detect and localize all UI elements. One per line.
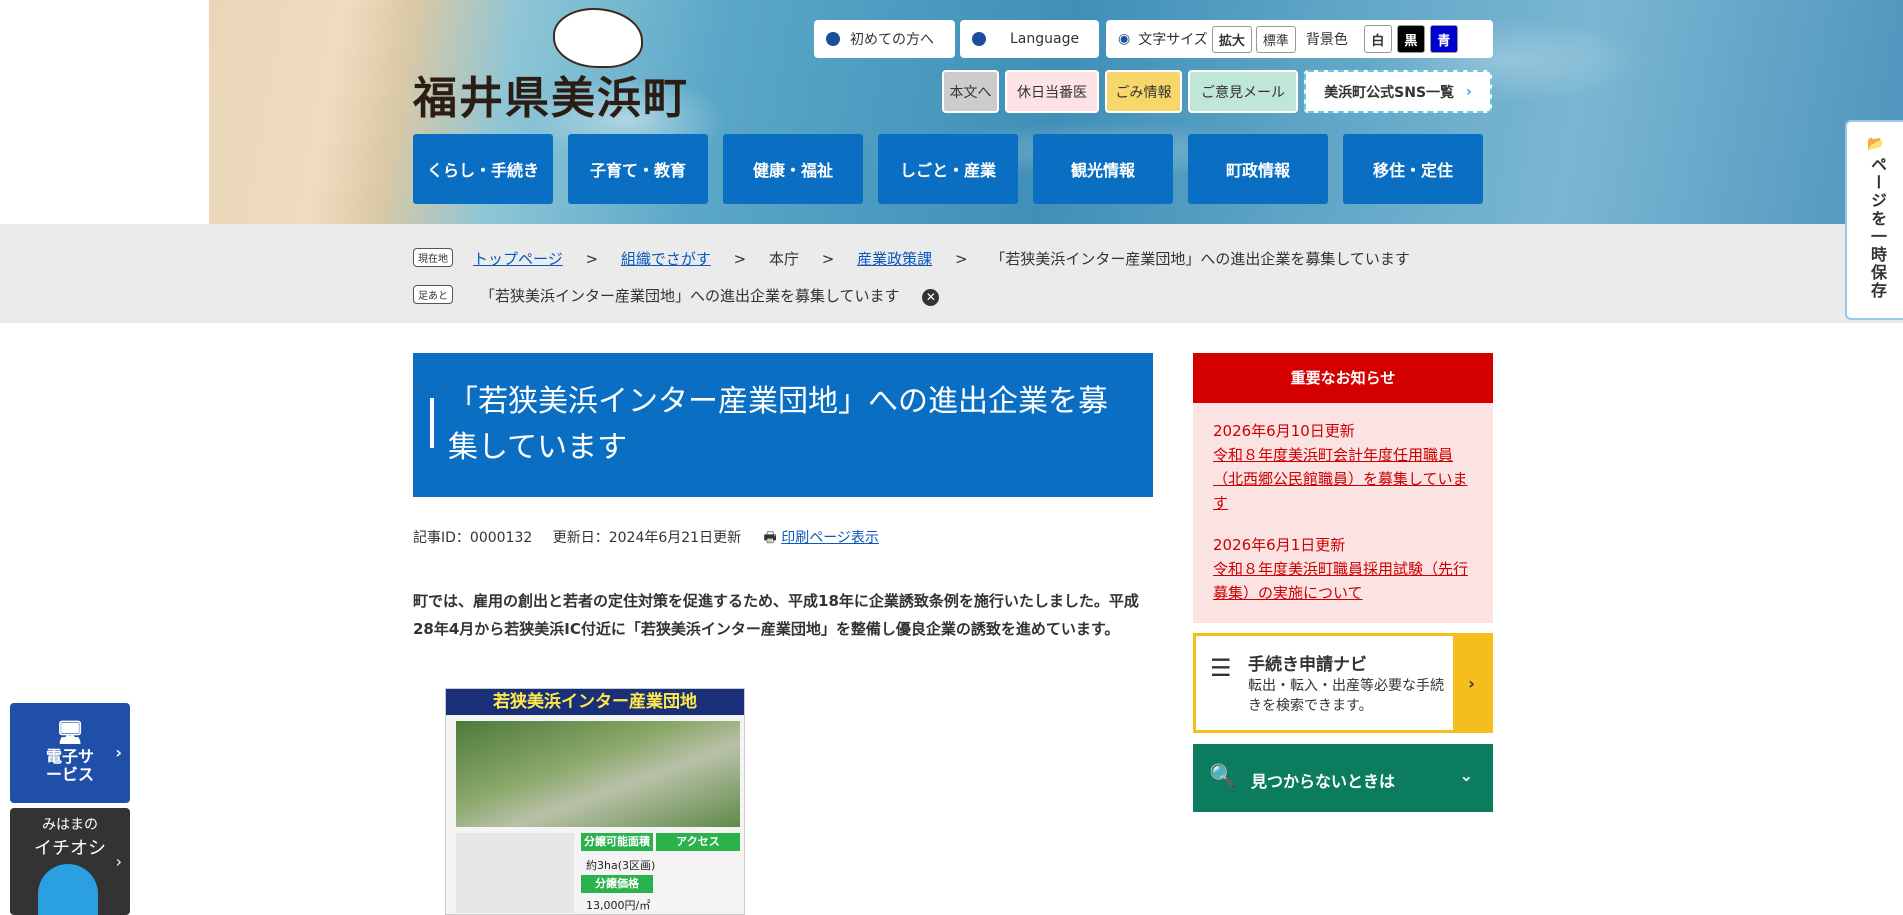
breadcrumb: トップページ > 組織でさがす > 本庁 > 産業政策課 > 「若狭美浜インター… — [473, 248, 1428, 269]
bg-white-button[interactable]: 白 — [1363, 25, 1392, 53]
footprint-item[interactable]: 「若狭美浜インター産業団地」への進出企業を募集しています — [480, 287, 900, 305]
current-location-badge: 現在地 — [413, 248, 453, 267]
language-button[interactable]: Language — [960, 20, 1099, 58]
image-title: 若狭美浜インター産業団地 — [446, 689, 744, 715]
breadcrumb-organization-link[interactable]: 組織でさがす — [621, 250, 711, 268]
breadcrumb-separator: > — [954, 250, 968, 268]
sns-list-label: 美浜町公式SNS一覧 — [1324, 84, 1455, 101]
page-title: 「若狭美浜インター産業団地」への進出企業を募集しています — [448, 384, 1108, 465]
mascot-image — [38, 864, 98, 915]
breadcrumb-separator: > — [733, 250, 747, 268]
notice-link[interactable]: 令和８年度美浜町職員採用試験（先行募集）の実施について — [1213, 560, 1468, 602]
footprint-row: 「若狭美浜インター産業団地」への進出企業を募集しています ✕ — [480, 285, 957, 306]
bg-blue-button[interactable]: 青 — [1429, 25, 1458, 53]
breadcrumb-home-link[interactable]: トップページ — [473, 250, 563, 268]
shield-icon — [826, 32, 840, 46]
document-icon: ☰ — [1210, 654, 1232, 682]
font-size-large-button[interactable]: 拡大 — [1211, 25, 1252, 53]
skip-to-content-button[interactable]: 本文へ — [942, 70, 999, 113]
printer-icon: 🖶 — [763, 530, 777, 546]
sns-list-button[interactable]: 美浜町公式SNS一覧 › — [1304, 70, 1492, 113]
chevron-down-icon: ⌄ — [1459, 766, 1473, 785]
notice-date: 2026年6月1日更新 — [1213, 536, 1346, 554]
breadcrumb-separator: > — [821, 250, 835, 268]
folder-icon: 📂 — [1867, 136, 1885, 152]
chevron-right-icon: › — [1453, 636, 1490, 730]
area-value: 約3ha(3区画) — [586, 859, 656, 872]
logo-text: 福井県美浜町 — [413, 73, 689, 124]
globe-icon — [972, 32, 986, 46]
notice-title: 重要なお知らせ — [1193, 353, 1493, 403]
title-accent-bar — [430, 398, 434, 448]
ichioshi-banner[interactable]: みはまの イチオシ › — [10, 808, 130, 915]
site-header: 福井県美浜町 初めての方へ Language ◉ 文字サイズ 拡大 標準 背景色… — [0, 0, 1903, 224]
eservice-button[interactable]: 🖥 電子サービス › — [10, 703, 130, 803]
industrial-park-image: 若狭美浜インター産業団地 分譲可能面積 アクセス 約3ha(3区画) 分譲価格 … — [445, 688, 745, 915]
site-logo[interactable]: 福井県美浜町 — [413, 8, 699, 124]
monitor-icon: 🖥 — [56, 721, 84, 746]
price-label: 分譲価格 — [581, 875, 653, 893]
breadcrumb-area: 現在地 トップページ > 組織でさがす > 本庁 > 産業政策課 > 「若狭美浜… — [0, 224, 1903, 323]
ichioshi-small-label: みはまの — [42, 817, 98, 833]
navi-title: 手続き申請ナビ — [1248, 655, 1367, 675]
breadcrumb-department-link[interactable]: 産業政策課 — [857, 250, 932, 268]
article-id: 記事ID：0000132 — [413, 530, 533, 546]
chevron-right-icon: › — [115, 743, 122, 762]
article-meta: 記事ID：0000132 更新日：2024年6月21日更新 🖶 印刷ページ表示 — [413, 527, 879, 551]
nav-government[interactable]: 町政情報 — [1188, 134, 1328, 204]
area-label: 分譲可能面積 — [581, 833, 653, 851]
price-value: 13,000円/㎡ — [586, 899, 651, 912]
notice-link[interactable]: 令和８年度美浜町会計年度任用職員（北西郷公民館職員）を募集しています — [1213, 446, 1468, 512]
nav-tourism[interactable]: 観光情報 — [1033, 134, 1173, 204]
font-size-normal-button[interactable]: 標準 — [1255, 25, 1296, 53]
nav-migration[interactable]: 移住・定住 — [1343, 134, 1483, 204]
search-document-icon: 🔍 — [1209, 764, 1237, 789]
print-page-link[interactable]: 印刷ページ表示 — [781, 530, 879, 546]
save-page-tab[interactable]: 📂 ページを一時保存 — [1845, 120, 1903, 320]
breadcrumb-current: 「若狭美浜インター産業団地」への進出企業を募集しています — [990, 250, 1410, 268]
procedure-navi-button[interactable]: ☰ 手続き申請ナビ 転出・転入・出産等必要な手続きを検索できます。 › — [1193, 633, 1493, 733]
opinion-mail-button[interactable]: ご意見メール — [1188, 70, 1298, 113]
nav-work[interactable]: しごと・産業 — [878, 134, 1018, 204]
notice-item: 2026年6月1日更新 令和８年度美浜町職員採用試験（先行募集）の実施について — [1213, 533, 1478, 605]
article-updated: 更新日：2024年6月21日更新 — [552, 530, 742, 546]
eye-icon: ◉ — [1118, 31, 1131, 47]
ichioshi-label: イチオシ — [34, 838, 106, 859]
breadcrumb-separator: > — [585, 250, 599, 268]
chevron-right-icon: › — [115, 852, 122, 871]
accessibility-controls: ◉ 文字サイズ 拡大 標準 背景色 白 黒 青 — [1106, 20, 1493, 58]
aerial-photo — [456, 721, 740, 827]
article-body: 町では、雇用の創出と若者の定住対策を促進するため、平成18年に企業誘致条例を施行… — [413, 592, 1139, 638]
access-label: アクセス — [656, 833, 740, 851]
notice-item: 2026年6月10日更新 令和８年度美浜町会計年度任用職員（北西郷公民館職員）を… — [1213, 419, 1478, 515]
holiday-doctor-button[interactable]: 休日当番医 — [1005, 70, 1099, 113]
bg-color-label: 背景色 — [1305, 32, 1348, 48]
logo-mountain-mark — [553, 8, 643, 68]
first-visit-label: 初めての方へ — [850, 32, 934, 48]
first-visit-button[interactable]: 初めての方へ — [814, 20, 955, 58]
chevron-right-icon: › — [1466, 83, 1472, 100]
notice-date: 2026年6月10日更新 — [1213, 422, 1355, 440]
navi-description: 転出・転入・出産等必要な手続きを検索できます。 — [1248, 678, 1444, 714]
nav-childcare[interactable]: 子育て・教育 — [568, 134, 708, 204]
page-title-box: 「若狭美浜インター産業団地」への進出企業を募集しています — [413, 353, 1153, 497]
save-page-label: ページを一時保存 — [1868, 156, 1887, 300]
close-icon[interactable]: ✕ — [922, 289, 940, 306]
important-notice-box: 重要なお知らせ 2026年6月10日更新 令和８年度美浜町会計年度任用職員（北西… — [1193, 353, 1493, 623]
bg-black-button[interactable]: 黒 — [1396, 25, 1425, 53]
not-found-button[interactable]: 🔍 見つからないときは ⌄ — [1193, 744, 1493, 812]
garbage-info-button[interactable]: ごみ情報 — [1105, 70, 1182, 113]
language-label: Language — [1010, 31, 1080, 47]
nav-health[interactable]: 健康・福祉 — [723, 134, 863, 204]
eservice-label: 電子サービス — [45, 747, 94, 784]
breadcrumb-honcho: 本庁 — [769, 250, 800, 268]
font-size-label: 文字サイズ — [1138, 32, 1208, 48]
site-plan — [456, 833, 574, 913]
nav-living[interactable]: くらし・手続き — [413, 134, 553, 204]
not-found-label: 見つからないときは — [1251, 772, 1396, 791]
footprint-badge: 足あと — [413, 285, 453, 304]
